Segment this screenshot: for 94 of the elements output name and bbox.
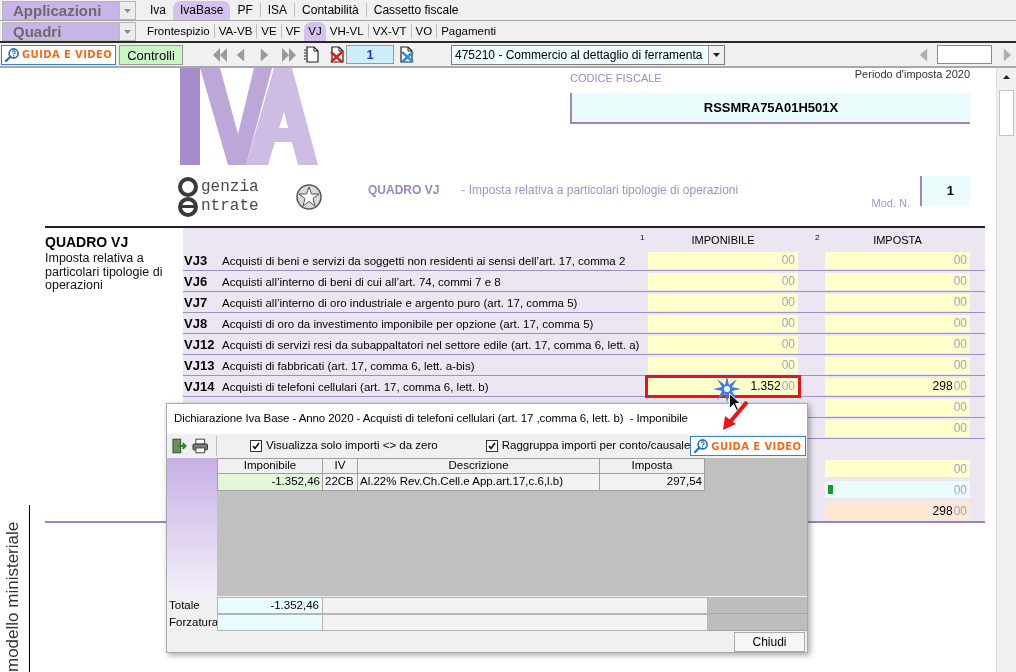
- pointing-arrow-icon: [722, 401, 748, 431]
- tab[interactable]: Frontespizio: [143, 22, 214, 41]
- status-marker-icon: [828, 485, 833, 494]
- tab[interactable]: VF: [281, 22, 305, 41]
- table-cell: 297,54: [599, 474, 705, 491]
- triangle-left-icon[interactable]: [235, 47, 246, 62]
- tax-code-field[interactable]: RSSMRA75A01H501X: [570, 93, 970, 124]
- tab[interactable]: ISA: [260, 1, 295, 20]
- field-label: CODICE FISCALE: [570, 72, 662, 85]
- tab[interactable]: Cassetto fiscale: [366, 1, 466, 20]
- column-header: IMPOSTA: [872, 234, 923, 247]
- page-number-field[interactable]: 1: [346, 45, 394, 64]
- table-cell: 22CB: [322, 474, 358, 491]
- total-field[interactable]: -1.352,46: [217, 597, 323, 614]
- triangle-right-icon[interactable]: [1002, 47, 1013, 62]
- amount-field[interactable]: 29800: [825, 502, 970, 519]
- logo-text: genzia: [201, 177, 259, 197]
- row-description: Acquisti all’interno di beni di cui all’art. 74, commi 7 e 8: [222, 276, 501, 288]
- period-label: Periodo d'imposta 2020: [854, 68, 970, 80]
- printer-icon[interactable]: [191, 438, 208, 454]
- row-code: VJ13: [184, 358, 215, 373]
- field-label: Mod. N.: [871, 196, 910, 211]
- row-description: Acquisti di telefoni cellulari (art. 17, comma 6, lett. b): [222, 381, 489, 393]
- form-heading: QUADRO VJ: [368, 182, 440, 199]
- column-header: Imponibile: [217, 458, 323, 474]
- tab[interactable]: VE: [257, 22, 281, 41]
- close-button[interactable]: Chiudi: [734, 631, 805, 652]
- tab[interactable]: PF: [230, 1, 260, 20]
- amount-field[interactable]: 29800: [825, 377, 970, 395]
- tab[interactable]: VH-VL: [325, 22, 368, 41]
- column-number: 1: [640, 234, 646, 242]
- column-number: 2: [815, 234, 821, 242]
- row-description: Acquisti all’interno di oro industriale e argento puro (art. 17, comma 5): [222, 297, 578, 309]
- tab[interactable]: Contabilità: [295, 1, 366, 20]
- caret-up-icon: [1003, 74, 1010, 79]
- agency-logo-mark: [176, 176, 200, 217]
- triangle-left-icon[interactable]: [918, 47, 929, 62]
- page-field[interactable]: [937, 45, 992, 64]
- triangle-right-icon[interactable]: [259, 47, 270, 62]
- row-code: VJ14: [184, 379, 215, 394]
- column-header: Imposta: [599, 458, 705, 474]
- controls-button[interactable]: Controlli: [119, 44, 183, 65]
- dialog-title: Dichiarazione Iva Base - Anno 2020 - Acquisti di telefoni cellulari (art. 17 ,comma 6, lett. b) - Imponibile: [174, 411, 688, 427]
- caret-down-icon: [124, 29, 131, 34]
- side-label: modello ministeriale: [3, 520, 23, 672]
- totals-label: Totale: [168, 598, 201, 613]
- column-header: IMPONIBILE: [690, 234, 756, 247]
- document-x-icon[interactable]: [398, 46, 414, 63]
- tab[interactable]: Iva: [143, 1, 173, 20]
- new-document-icon[interactable]: [304, 46, 320, 63]
- checkbox[interactable]: [249, 440, 262, 452]
- totals-label: Forzatura: [168, 615, 217, 630]
- delete-document-icon[interactable]: [329, 46, 345, 63]
- checkmark-icon: [251, 442, 260, 450]
- row-code: VJ8: [184, 316, 208, 331]
- help-search-icon: [5, 47, 19, 62]
- row-description: Acquisti di servizi resi da subappaltatori nel settore edile (art. 17, comma 6, lett. a): [222, 339, 640, 351]
- activity-dropdown[interactable]: 475210 - Commercio al dettaglio di ferramenta: [451, 44, 725, 65]
- table-cell: -1.352,46: [217, 474, 323, 491]
- tab[interactable]: VA-VB: [214, 22, 257, 41]
- skip-back-icon[interactable]: [212, 47, 228, 62]
- row-code: VJ7: [184, 295, 208, 310]
- caret-down-icon: [713, 52, 720, 57]
- tab[interactable]: Pagamenti: [437, 22, 501, 41]
- module-number-field[interactable]: 1: [920, 176, 970, 206]
- help-search-icon: [694, 439, 709, 453]
- row-code: VJ3: [184, 253, 208, 268]
- tab[interactable]: VX-VT: [368, 22, 411, 41]
- checkbox[interactable]: [485, 440, 498, 452]
- row-code: VJ6: [184, 274, 208, 289]
- form-subtitle: - Imposta relativa a particolari tipologie di operazioni: [461, 182, 739, 199]
- tab[interactable]: VJ: [304, 22, 326, 41]
- checkbox-label: Raggruppa importi per conto/causale: [501, 438, 691, 454]
- checkmark-icon: [487, 442, 496, 450]
- section-description: Imposta relativa a particolari tipologie di operazioni: [45, 252, 164, 293]
- emblem-icon: [295, 181, 323, 212]
- export-icon[interactable]: [171, 438, 187, 454]
- row-description: Acquisti di fabbricati (art. 17, comma 6, lett. a-bis): [222, 360, 475, 372]
- scrollbar-thumb[interactable]: [999, 90, 1014, 136]
- tab[interactable]: IvaBase: [173, 1, 231, 20]
- checkbox-label: Visualizza solo importi <> da zero: [265, 438, 438, 454]
- logo-text: ntrate: [201, 196, 259, 216]
- caret-down-icon: [124, 8, 131, 13]
- skip-forward-icon[interactable]: [281, 47, 297, 62]
- column-header: Descrizione: [357, 458, 600, 474]
- row-code: VJ12: [184, 337, 215, 352]
- row-description: Acquisti di beni e servizi da soggetti non residenti ai sensi dell’art. 17, comma 2: [222, 255, 626, 267]
- total-field[interactable]: [217, 614, 323, 631]
- amount-field[interactable]: 1.35200: [645, 374, 801, 398]
- tab[interactable]: VO: [411, 22, 437, 41]
- table-cell: Al.22% Rev.Ch.Cell.e App.art.17,c.6,l.b): [357, 474, 600, 491]
- section-title: QUADRO VJ: [45, 234, 130, 250]
- row-description: Acquisti di oro da investimento imponibile per opzione (art. 17, comma 5): [222, 318, 594, 330]
- column-header: IV: [322, 458, 358, 474]
